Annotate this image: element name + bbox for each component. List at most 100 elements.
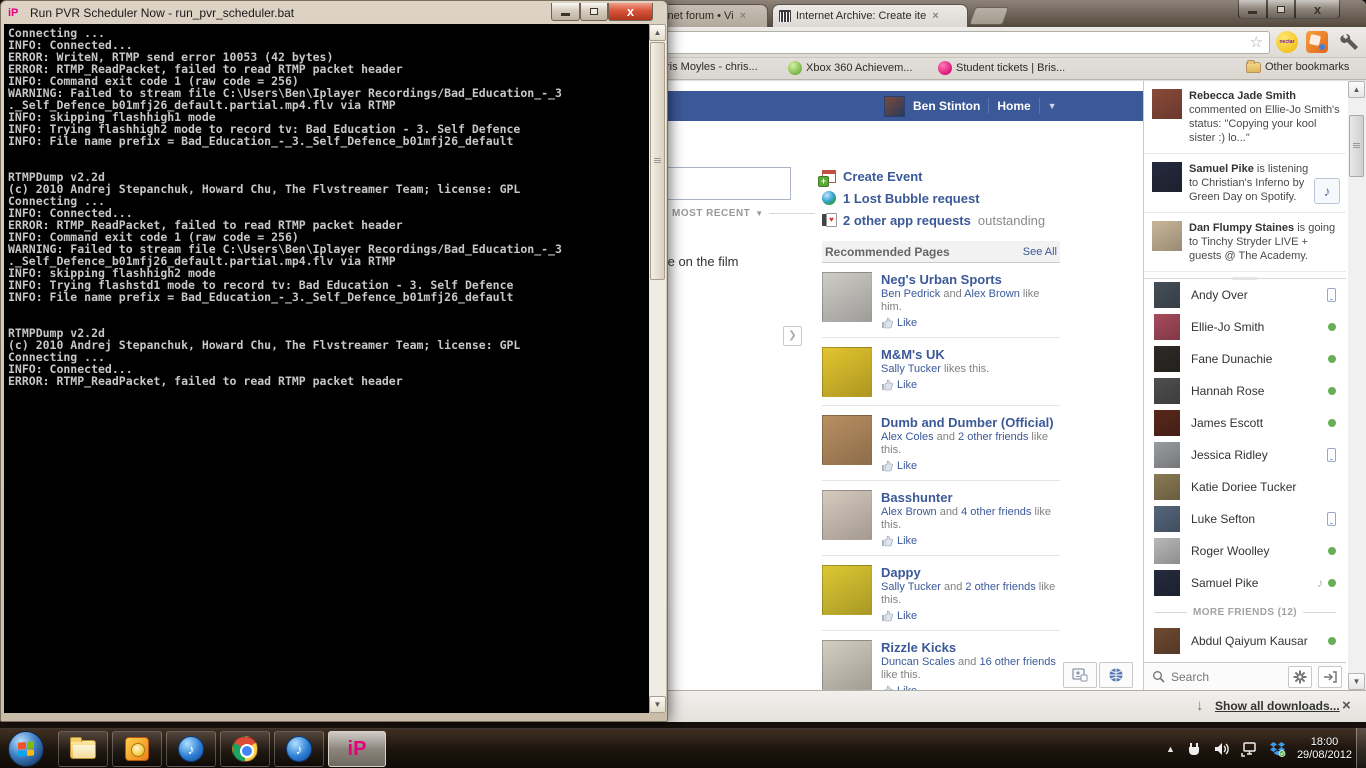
ticker-name[interactable]: Dan Flumpy Staines <box>1189 222 1294 234</box>
lost-bubble-request-link[interactable]: 1 Lost Bubble request <box>822 187 1062 209</box>
account-menu-caret-icon[interactable]: ▼ <box>1048 101 1057 111</box>
chat-friend-row[interactable]: Jessica Ridley <box>1144 439 1346 471</box>
close-button[interactable]: x <box>608 3 653 21</box>
friend-name-link[interactable]: Ben Pedrick <box>881 288 940 300</box>
scrollbar-thumb[interactable] <box>650 42 665 280</box>
power-plug-icon[interactable] <box>1185 741 1203 757</box>
new-tab-button[interactable] <box>969 7 1010 25</box>
friend-name-link[interactable]: 2 other friends <box>965 581 1035 593</box>
hidden-icons-arrow[interactable]: ▲ <box>1166 744 1175 754</box>
page-name-link[interactable]: Basshunter <box>881 490 1060 505</box>
chat-sign-in-button[interactable] <box>1318 666 1342 688</box>
volume-icon[interactable] <box>1213 741 1231 757</box>
scroll-down-button[interactable]: ▼ <box>1348 673 1365 690</box>
page-name-link[interactable]: Rizzle Kicks <box>881 640 1060 655</box>
tab-close-icon[interactable]: × <box>932 10 938 22</box>
app-requests-link[interactable]: 2 other app requests outstanding <box>822 209 1062 231</box>
start-button[interactable] <box>8 731 44 767</box>
like-button[interactable]: Like <box>881 610 1060 622</box>
chat-friend-row[interactable]: Andy Over <box>1144 279 1346 311</box>
dropbox-icon[interactable] <box>1269 741 1287 757</box>
other-bookmarks-button[interactable]: Other bookmarks <box>1246 61 1349 73</box>
ticker-story[interactable]: Rebecca Jade Smith commented on Ellie-Jo… <box>1144 81 1346 154</box>
friend-name-link[interactable]: Sally Tucker <box>881 363 941 375</box>
network-icon[interactable] <box>1241 741 1259 757</box>
chat-friend-row[interactable]: Samuel Pike ♪ <box>1144 567 1346 599</box>
taskbar-itunes-button[interactable]: ♪ <box>166 731 216 767</box>
more-friends-divider[interactable]: MORE FRIENDS (12) <box>1144 599 1346 625</box>
extension-icon[interactable] <box>1306 31 1328 53</box>
minimize-button[interactable] <box>551 3 580 21</box>
chat-friend-row[interactable]: Luke Sefton <box>1144 503 1346 535</box>
friend-name-link[interactable]: Alex Brown <box>964 288 1020 300</box>
comment-input[interactable] <box>663 167 791 200</box>
ticker-name[interactable]: Samuel Pike <box>1189 163 1254 175</box>
wrench-menu-icon[interactable] <box>1338 31 1360 53</box>
profile-avatar[interactable] <box>884 96 905 117</box>
show-desktop-button[interactable] <box>1356 728 1366 768</box>
taskbar-windows-explorer-button[interactable] <box>58 731 108 767</box>
create-event-link[interactable]: Create Event <box>822 165 1062 187</box>
terminal-titlebar[interactable]: iP Run PVR Scheduler Now - run_pvr_sched… <box>1 1 667 24</box>
chat-friend-row[interactable]: Ellie-Jo Smith <box>1144 311 1346 343</box>
page-thumbnail[interactable] <box>822 347 872 397</box>
taskbar-chrome-button[interactable] <box>220 731 270 767</box>
chat-friend-row[interactable]: Hannah Rose <box>1144 375 1346 407</box>
tab-internet-archive[interactable]: Internet Archive: Create ite × <box>772 4 968 27</box>
page-thumbnail[interactable] <box>822 565 872 615</box>
restore-button[interactable] <box>580 3 608 21</box>
friend-name-link[interactable]: Alex Coles <box>881 431 934 443</box>
ticker-resize-handle[interactable] <box>1144 272 1346 279</box>
bookmark-chris-moyles[interactable]: ris Moyles - chris... <box>666 61 758 73</box>
taskbar-get-iplayer-button[interactable]: iP <box>328 731 386 767</box>
bookmark-star-icon[interactable]: ☆ <box>1250 33 1263 51</box>
home-link[interactable]: Home <box>997 99 1030 113</box>
scroll-up-button[interactable]: ▲ <box>1348 81 1365 98</box>
page-thumbnail[interactable] <box>822 272 872 322</box>
scroll-down-button[interactable]: ▼ <box>649 696 666 713</box>
page-name-link[interactable]: Neg's Urban Sports <box>881 272 1060 287</box>
page-name-link[interactable]: Dappy <box>881 565 1060 580</box>
restore-button[interactable] <box>1267 0 1295 19</box>
friend-name-link[interactable]: Alex Brown <box>881 506 937 518</box>
notifications-dock-button[interactable] <box>1099 662 1133 688</box>
play-music-button[interactable]: ♪ <box>1314 178 1340 204</box>
close-downloads-bar-icon[interactable]: × <box>1342 697 1351 714</box>
friend-name-link[interactable]: 4 other friends <box>961 506 1031 518</box>
tab-close-icon[interactable]: × <box>740 10 746 22</box>
ticker-story[interactable]: Dan Flumpy Staines is going to Tinchy St… <box>1144 213 1346 272</box>
like-button[interactable]: Like <box>881 460 1060 472</box>
chat-search-input[interactable]: Search <box>1171 670 1282 684</box>
show-all-downloads-link[interactable]: Show all downloads... <box>1215 699 1340 713</box>
page-name-link[interactable]: M&M's UK <box>881 347 989 362</box>
nectar-extension-icon[interactable]: nectar <box>1276 31 1298 53</box>
page-thumbnail[interactable] <box>822 490 872 540</box>
scroll-up-button[interactable]: ▲ <box>649 24 666 41</box>
clock[interactable]: 18:00 29/08/2012 <box>1297 736 1352 762</box>
chat-friend-row[interactable]: James Escott <box>1144 407 1346 439</box>
friend-name-link[interactable]: 2 other friends <box>958 431 1028 443</box>
see-all-link[interactable]: See All <box>1023 246 1057 258</box>
friend-name-link[interactable]: Duncan Scales <box>881 656 955 668</box>
friend-requests-dock-button[interactable] <box>1063 662 1097 688</box>
bookmark-xbox[interactable]: Xbox 360 Achievem... <box>788 61 912 75</box>
most-recent-selector[interactable]: MOST RECENT ▼ <box>672 208 815 219</box>
bookmark-student-tickets[interactable]: Student tickets | Bris... <box>938 61 1065 75</box>
minimize-button[interactable] <box>1238 0 1267 19</box>
like-button[interactable]: Like <box>881 379 989 391</box>
like-button[interactable]: Like <box>881 535 1060 547</box>
page-thumbnail[interactable] <box>822 640 872 690</box>
scrollbar-thumb[interactable] <box>1349 115 1364 177</box>
friend-name-link[interactable]: 16 other friends <box>979 656 1055 668</box>
page-thumbnail[interactable] <box>822 415 872 465</box>
chat-settings-button[interactable] <box>1288 666 1312 688</box>
terminal-scrollbar[interactable]: ▲ ▼ <box>649 24 666 713</box>
tab-forum[interactable]: s.net forum • Vi × <box>652 4 768 27</box>
sidebar-scrollbar[interactable]: ▲ ▼ <box>1348 81 1366 690</box>
chat-friend-row[interactable]: Roger Woolley <box>1144 535 1346 567</box>
close-button[interactable]: x <box>1295 0 1340 19</box>
like-button[interactable]: Like <box>881 317 1060 329</box>
ticker-name[interactable]: Rebecca Jade Smith <box>1189 90 1296 102</box>
taskbar-outlook-button[interactable] <box>112 731 162 767</box>
friend-name-link[interactable]: Sally Tucker <box>881 581 941 593</box>
